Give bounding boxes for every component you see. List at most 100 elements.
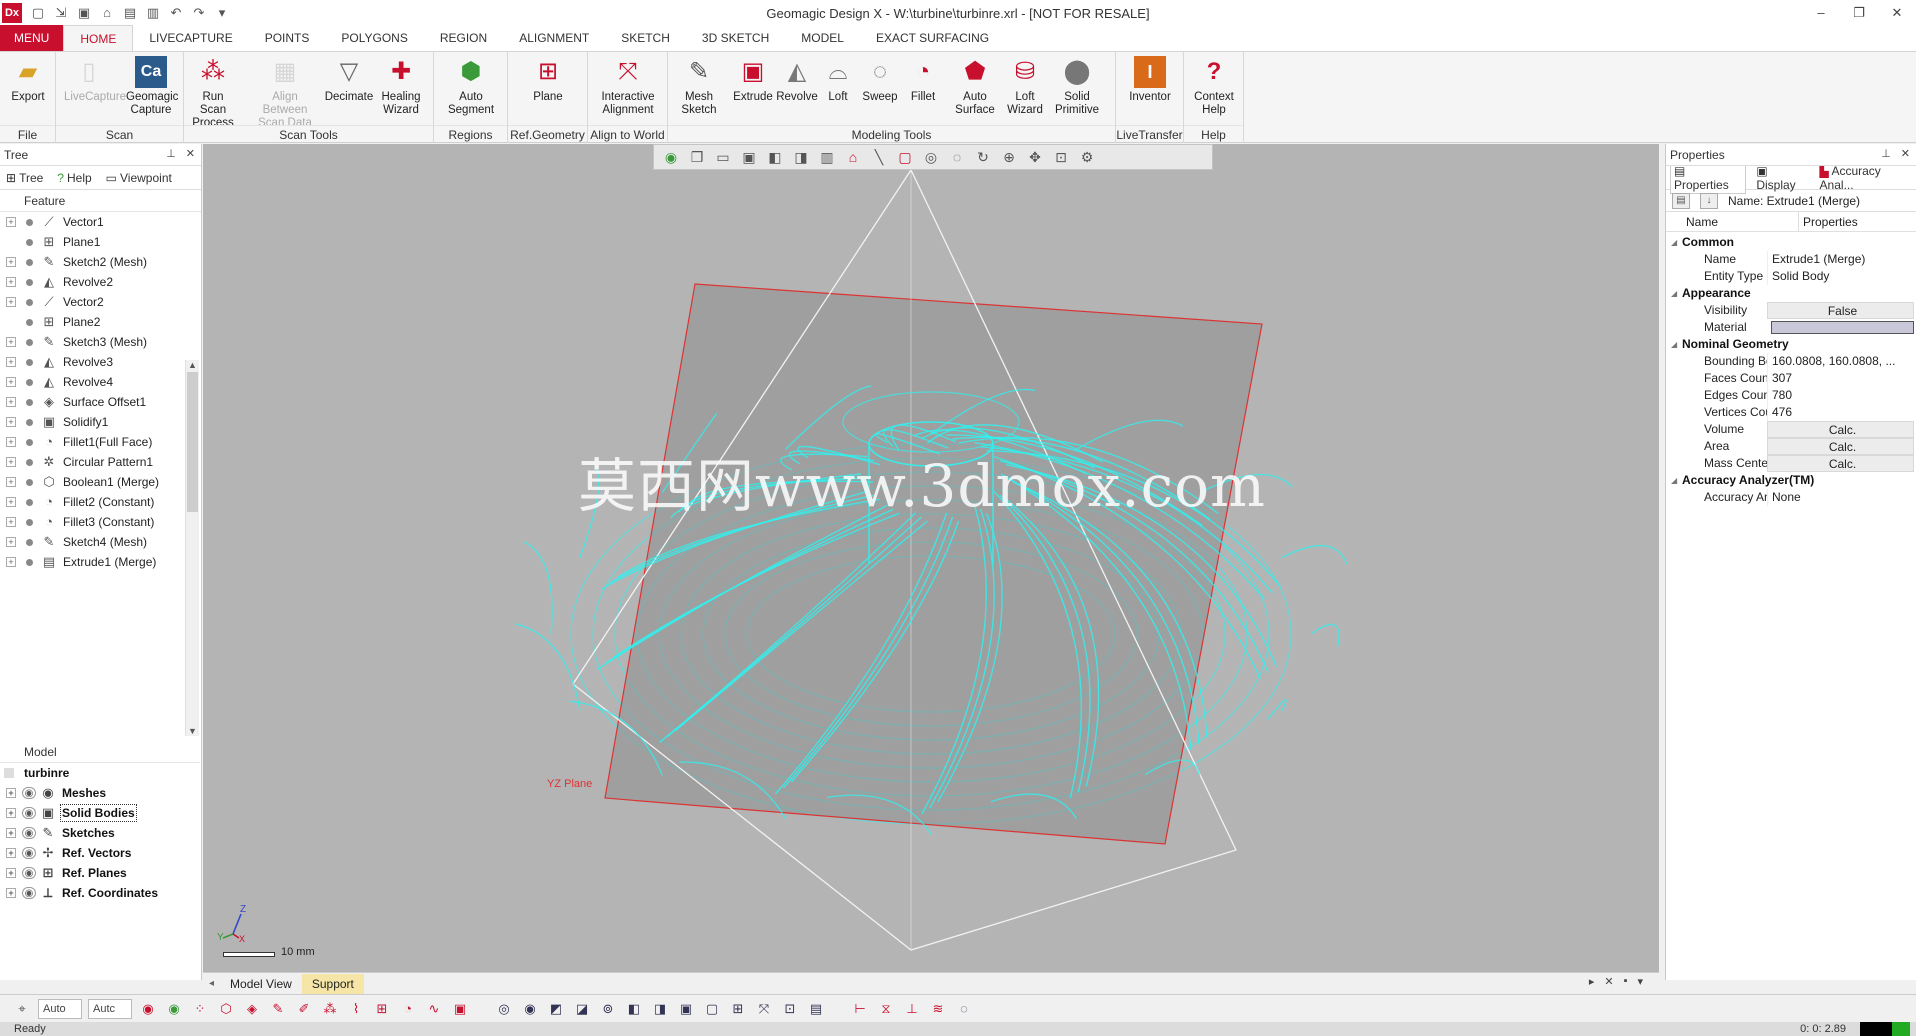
visibility-dot-icon[interactable] <box>26 238 33 246</box>
select-vector-icon[interactable]: ⌇ <box>346 999 366 1019</box>
expand-icon[interactable]: + <box>6 277 16 287</box>
app-icon[interactable]: Dx <box>2 3 22 23</box>
view-options-icon[interactable]: ▤ <box>806 999 826 1019</box>
section-icon[interactable]: ⊥ <box>902 999 922 1019</box>
feature-item[interactable]: + ⟋ Vector1 <box>0 212 201 232</box>
minimize-button[interactable]: – <box>1802 0 1840 26</box>
visibility-dot-icon[interactable] <box>26 258 33 266</box>
category-common[interactable]: Common <box>1666 234 1916 251</box>
visibility-dot-icon[interactable] <box>26 378 33 386</box>
eye-icon[interactable]: ◉ <box>22 847 36 859</box>
select-mesh-icon[interactable]: ◉ <box>164 999 184 1019</box>
scroll-down-icon[interactable]: ▼ <box>186 726 199 736</box>
interactive-alignment-button[interactable]: ⤧ Interactive Alignment <box>591 56 665 117</box>
expand-icon[interactable]: + <box>6 377 16 387</box>
auto-segment-button[interactable]: ⬢ Auto Segment <box>446 56 496 117</box>
expand-icon[interactable]: + <box>6 397 16 407</box>
scroll-thumb[interactable] <box>187 372 198 512</box>
next-tab-icon[interactable]: ▸ <box>1589 975 1595 988</box>
calc-area-button[interactable]: Calc. <box>1767 438 1914 455</box>
view-clip-icon[interactable]: ⌂ <box>844 149 862 165</box>
feature-item[interactable]: + ◭ Revolve4 <box>0 372 201 392</box>
select-face-icon[interactable]: ◈ <box>242 999 262 1019</box>
decimate-button[interactable]: ▽ Decimate <box>324 56 374 104</box>
inventor-button[interactable]: I Inventor <box>1125 56 1175 104</box>
sort-icon[interactable]: ↓ <box>1700 192 1718 209</box>
material-swatch[interactable] <box>1771 321 1914 334</box>
open-folder-icon[interactable]: ▤ <box>122 5 138 21</box>
extrude-button[interactable]: ▣ Extrude <box>728 56 778 104</box>
feature-item[interactable]: + ✎ Sketch4 (Mesh) <box>0 532 201 552</box>
view-lasso-icon[interactable]: ◌ <box>948 149 966 165</box>
visibility-dot-icon[interactable] <box>26 558 33 566</box>
tab-model[interactable]: MODEL <box>785 25 860 51</box>
eye-icon[interactable]: ◉ <box>22 807 36 819</box>
select-mode-icon[interactable]: ⌖ <box>12 999 32 1019</box>
select-curve-icon[interactable]: ∿ <box>424 999 444 1019</box>
expand-icon[interactable]: + <box>6 868 16 878</box>
view-iso-icon[interactable]: ⊚ <box>598 999 618 1019</box>
more-icon[interactable]: ◌ <box>954 999 974 1019</box>
undo-icon[interactable]: ↶ <box>168 5 184 21</box>
view-back-icon[interactable]: ◨ <box>792 149 810 166</box>
auto-surface-button[interactable]: ⬟ Auto Surface <box>950 56 1000 117</box>
select-sketch-icon[interactable]: ✐ <box>294 999 314 1019</box>
expand-icon[interactable]: + <box>6 788 16 798</box>
expand-icon[interactable]: + <box>6 497 16 507</box>
select-surface-icon[interactable]: ▣ <box>450 999 470 1019</box>
align-between-scan-data-button[interactable]: ▦ Align Between Scan Data <box>250 56 320 130</box>
view-fit-icon[interactable]: ⊡ <box>780 999 800 1019</box>
view-split-icon[interactable]: ⊞ <box>728 999 748 1019</box>
redo-icon[interactable]: ↷ <box>191 5 207 21</box>
visibility-dot-icon[interactable] <box>26 438 33 446</box>
tab-region[interactable]: REGION <box>424 25 503 51</box>
expand-icon[interactable]: + <box>6 517 16 527</box>
select-all-icon[interactable]: ◉ <box>138 999 158 1019</box>
solid-primitive-button[interactable]: ⬤ Solid Primitive <box>1052 56 1102 117</box>
tab-alignment[interactable]: ALIGNMENT <box>503 25 605 51</box>
filter-select-1[interactable]: Auto <box>38 998 82 1019</box>
run-scan-process-button[interactable]: ⁂ Run Scan Process <box>188 56 238 130</box>
tab-points[interactable]: POINTS <box>249 25 326 51</box>
expand-icon[interactable]: + <box>6 257 16 267</box>
visibility-dot-icon[interactable] <box>26 418 33 426</box>
view-pan-icon[interactable]: ✥ <box>1026 149 1044 166</box>
expand-icon[interactable]: + <box>6 477 16 487</box>
eye-icon[interactable]: ◉ <box>22 787 36 799</box>
tab-sketch[interactable]: SKETCH <box>605 25 686 51</box>
close-icon[interactable]: ✕ <box>1901 147 1910 160</box>
orbit-icon[interactable]: ◎ <box>494 999 514 1019</box>
view-fit-icon[interactable]: ⊡ <box>1052 149 1070 166</box>
fillet-button[interactable]: ◔ Fillet <box>898 56 948 104</box>
select-vertex-icon[interactable]: ⁂ <box>320 999 340 1019</box>
subtab-help[interactable]: ? Help <box>57 171 91 185</box>
expand-icon[interactable]: + <box>6 848 16 858</box>
view-line-icon[interactable]: ╲ <box>870 149 888 166</box>
context-help-button[interactable]: ? Context Help <box>1189 56 1239 117</box>
filter-select-2[interactable]: Autc <box>88 998 132 1019</box>
expand-icon[interactable]: + <box>6 337 16 347</box>
feature-item[interactable]: + ◭ Revolve3 <box>0 352 201 372</box>
category-appearance[interactable]: Appearance <box>1666 285 1916 302</box>
tab-3d-sketch[interactable]: 3D SKETCH <box>686 25 785 51</box>
eye-icon[interactable]: ◉ <box>22 867 36 879</box>
expand-icon[interactable]: + <box>6 457 16 467</box>
view-globe-icon[interactable]: ◉ <box>520 999 540 1019</box>
model-item[interactable]: + ◉ ✢ Ref. Vectors <box>0 843 200 863</box>
calc-mass-center-button[interactable]: Calc. <box>1767 455 1914 472</box>
visibility-dot-icon[interactable] <box>26 318 33 326</box>
close-tab-icon[interactable]: ✕ <box>1604 975 1613 988</box>
categorized-icon[interactable]: ▤ <box>1672 192 1690 209</box>
feature-item[interactable]: + ◭ Revolve2 <box>0 272 201 292</box>
measure-icon[interactable]: ⊢ <box>850 999 870 1019</box>
view-front-icon[interactable]: ◧ <box>766 149 784 166</box>
tab-livecapture[interactable]: LIVECAPTURE <box>133 25 248 51</box>
livecapture-button[interactable]: ▯ LiveCapture <box>64 56 126 104</box>
expand-icon[interactable]: + <box>6 828 16 838</box>
feature-item[interactable]: + ▤ Extrude1 (Merge) <box>0 552 201 572</box>
select-plane-icon[interactable]: ⊞ <box>372 999 392 1019</box>
subtab-tree[interactable]: ⊞ Tree <box>6 171 43 185</box>
select-region-icon[interactable]: ⬡ <box>216 999 236 1019</box>
eye-icon[interactable]: ◉ <box>22 887 36 899</box>
view-cube-icon[interactable]: ❒ <box>688 149 706 166</box>
